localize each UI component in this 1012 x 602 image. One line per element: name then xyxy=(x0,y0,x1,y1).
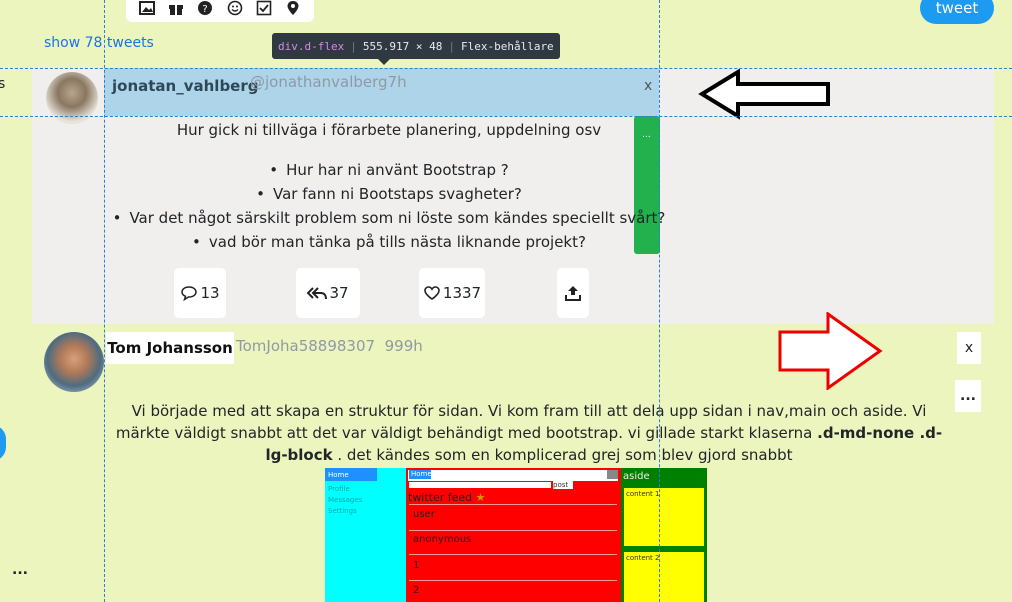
tooltip-size: 555.917 × 48 xyxy=(362,39,443,53)
close-button[interactable]: x xyxy=(957,332,981,364)
divider xyxy=(409,554,617,555)
edge-text: s xyxy=(0,76,6,92)
divider: | xyxy=(350,39,357,53)
devtools-tooltip: div.d-flex | 555.917 × 48 | Flex-behålla… xyxy=(272,33,560,65)
embed-search-button xyxy=(607,470,618,479)
embed-nav-item: Messages xyxy=(328,496,363,504)
embed-feed-title: twitter feed ★ xyxy=(408,491,486,504)
avatar[interactable] xyxy=(44,332,104,392)
arrow-right-icon xyxy=(778,312,883,390)
guide-line xyxy=(104,0,105,602)
heart-icon xyxy=(424,286,440,300)
embed-entry: user xyxy=(413,509,435,520)
divider xyxy=(409,504,617,505)
tweet-text-end: . det kändes som en komplicerad grej som… xyxy=(332,446,793,464)
close-button[interactable]: x xyxy=(644,78,652,94)
embed-feather-icon: ★ xyxy=(475,491,486,504)
embed-nav-item: Profile xyxy=(328,485,350,493)
gift-icon[interactable] xyxy=(167,0,185,17)
list-item: vad bör man tänka på tills nästa liknand… xyxy=(100,230,678,254)
embed-content-label: content 1 xyxy=(626,490,660,498)
reply-all-icon xyxy=(307,287,328,300)
smiley-icon[interactable] xyxy=(226,0,244,17)
divider xyxy=(409,580,617,581)
tweet-heading: Hur gick ni tillväga i förarbete planeri… xyxy=(176,121,602,139)
tweet-bullet-list: Hur har ni använt Bootstrap ? Var fann n… xyxy=(100,158,678,254)
divider: | xyxy=(448,39,455,53)
tweet-age: 999h xyxy=(384,337,423,355)
checkbox-icon[interactable] xyxy=(255,0,273,17)
embed-nav-item: Settings xyxy=(328,507,357,515)
guide-line xyxy=(0,116,1012,117)
embed-entry: 1 xyxy=(413,560,420,571)
tweet-handle: TomJoha58898307 999h xyxy=(236,337,423,355)
edge-button[interactable] xyxy=(0,425,6,461)
embed-entry: 2 xyxy=(413,585,420,596)
list-item: Var det något särskilt problem som ni lö… xyxy=(100,206,678,230)
tweet-text: Vi började med att skapa en struktur för… xyxy=(112,400,946,466)
tooltip-selector: div.d-flex xyxy=(278,39,345,53)
embed-content-label: content 2 xyxy=(626,554,660,562)
guide-line xyxy=(659,0,660,602)
embedded-screenshot: Home Profile Messages Settings Home post… xyxy=(325,468,723,602)
more-button[interactable]: ... xyxy=(955,380,981,412)
embed-aside-title: aside xyxy=(623,471,650,482)
question-icon[interactable]: ? xyxy=(196,0,214,17)
list-item: Var fann ni Bootstaps svagheter? xyxy=(100,182,678,206)
retweet-button[interactable]: 37 xyxy=(296,268,360,318)
embed-input xyxy=(409,482,551,488)
like-button[interactable]: 1337 xyxy=(419,268,485,318)
like-count: 1337 xyxy=(442,284,482,302)
svg-text:?: ? xyxy=(203,4,208,15)
embed-nav-link: Home xyxy=(328,471,349,479)
divider xyxy=(409,530,617,531)
share-button[interactable] xyxy=(557,268,589,318)
comment-icon xyxy=(181,286,198,301)
embed-post-button: post xyxy=(553,481,573,489)
location-pin-icon[interactable] xyxy=(284,0,302,17)
show-tweets-link[interactable]: show 78 tweets xyxy=(44,35,154,51)
tweet-username[interactable]: Tom Johansson xyxy=(106,332,234,364)
embed-entry: anonymous xyxy=(413,534,472,545)
embed-tabbar xyxy=(408,470,618,481)
tooltip-label: Flex-behållare xyxy=(460,39,554,53)
tweet-username[interactable]: jonatan_vahlberg xyxy=(112,77,258,95)
tweet-handle: @jonathanvalberg7h xyxy=(250,73,407,91)
embed-tab: Home xyxy=(409,470,432,479)
guide-line xyxy=(0,68,1012,69)
list-item: Hur har ni använt Bootstrap ? xyxy=(100,158,678,182)
comment-count: 13 xyxy=(200,284,220,302)
more-options-button[interactable]: ... xyxy=(12,562,28,578)
handle-text: TomJoha58898307 xyxy=(236,337,376,355)
embed-feed-title-text: twitter feed xyxy=(408,491,473,504)
image-icon[interactable] xyxy=(138,0,156,17)
compose-toolbar: ? xyxy=(126,0,314,22)
upload-icon xyxy=(565,286,581,301)
tweet-text-start: Vi började med att skapa en struktur för… xyxy=(115,402,927,442)
retweet-count: 37 xyxy=(329,284,349,302)
comment-button[interactable]: 13 xyxy=(174,268,226,318)
tweet-button[interactable]: tweet xyxy=(920,0,994,24)
arrow-left-icon xyxy=(698,68,830,120)
